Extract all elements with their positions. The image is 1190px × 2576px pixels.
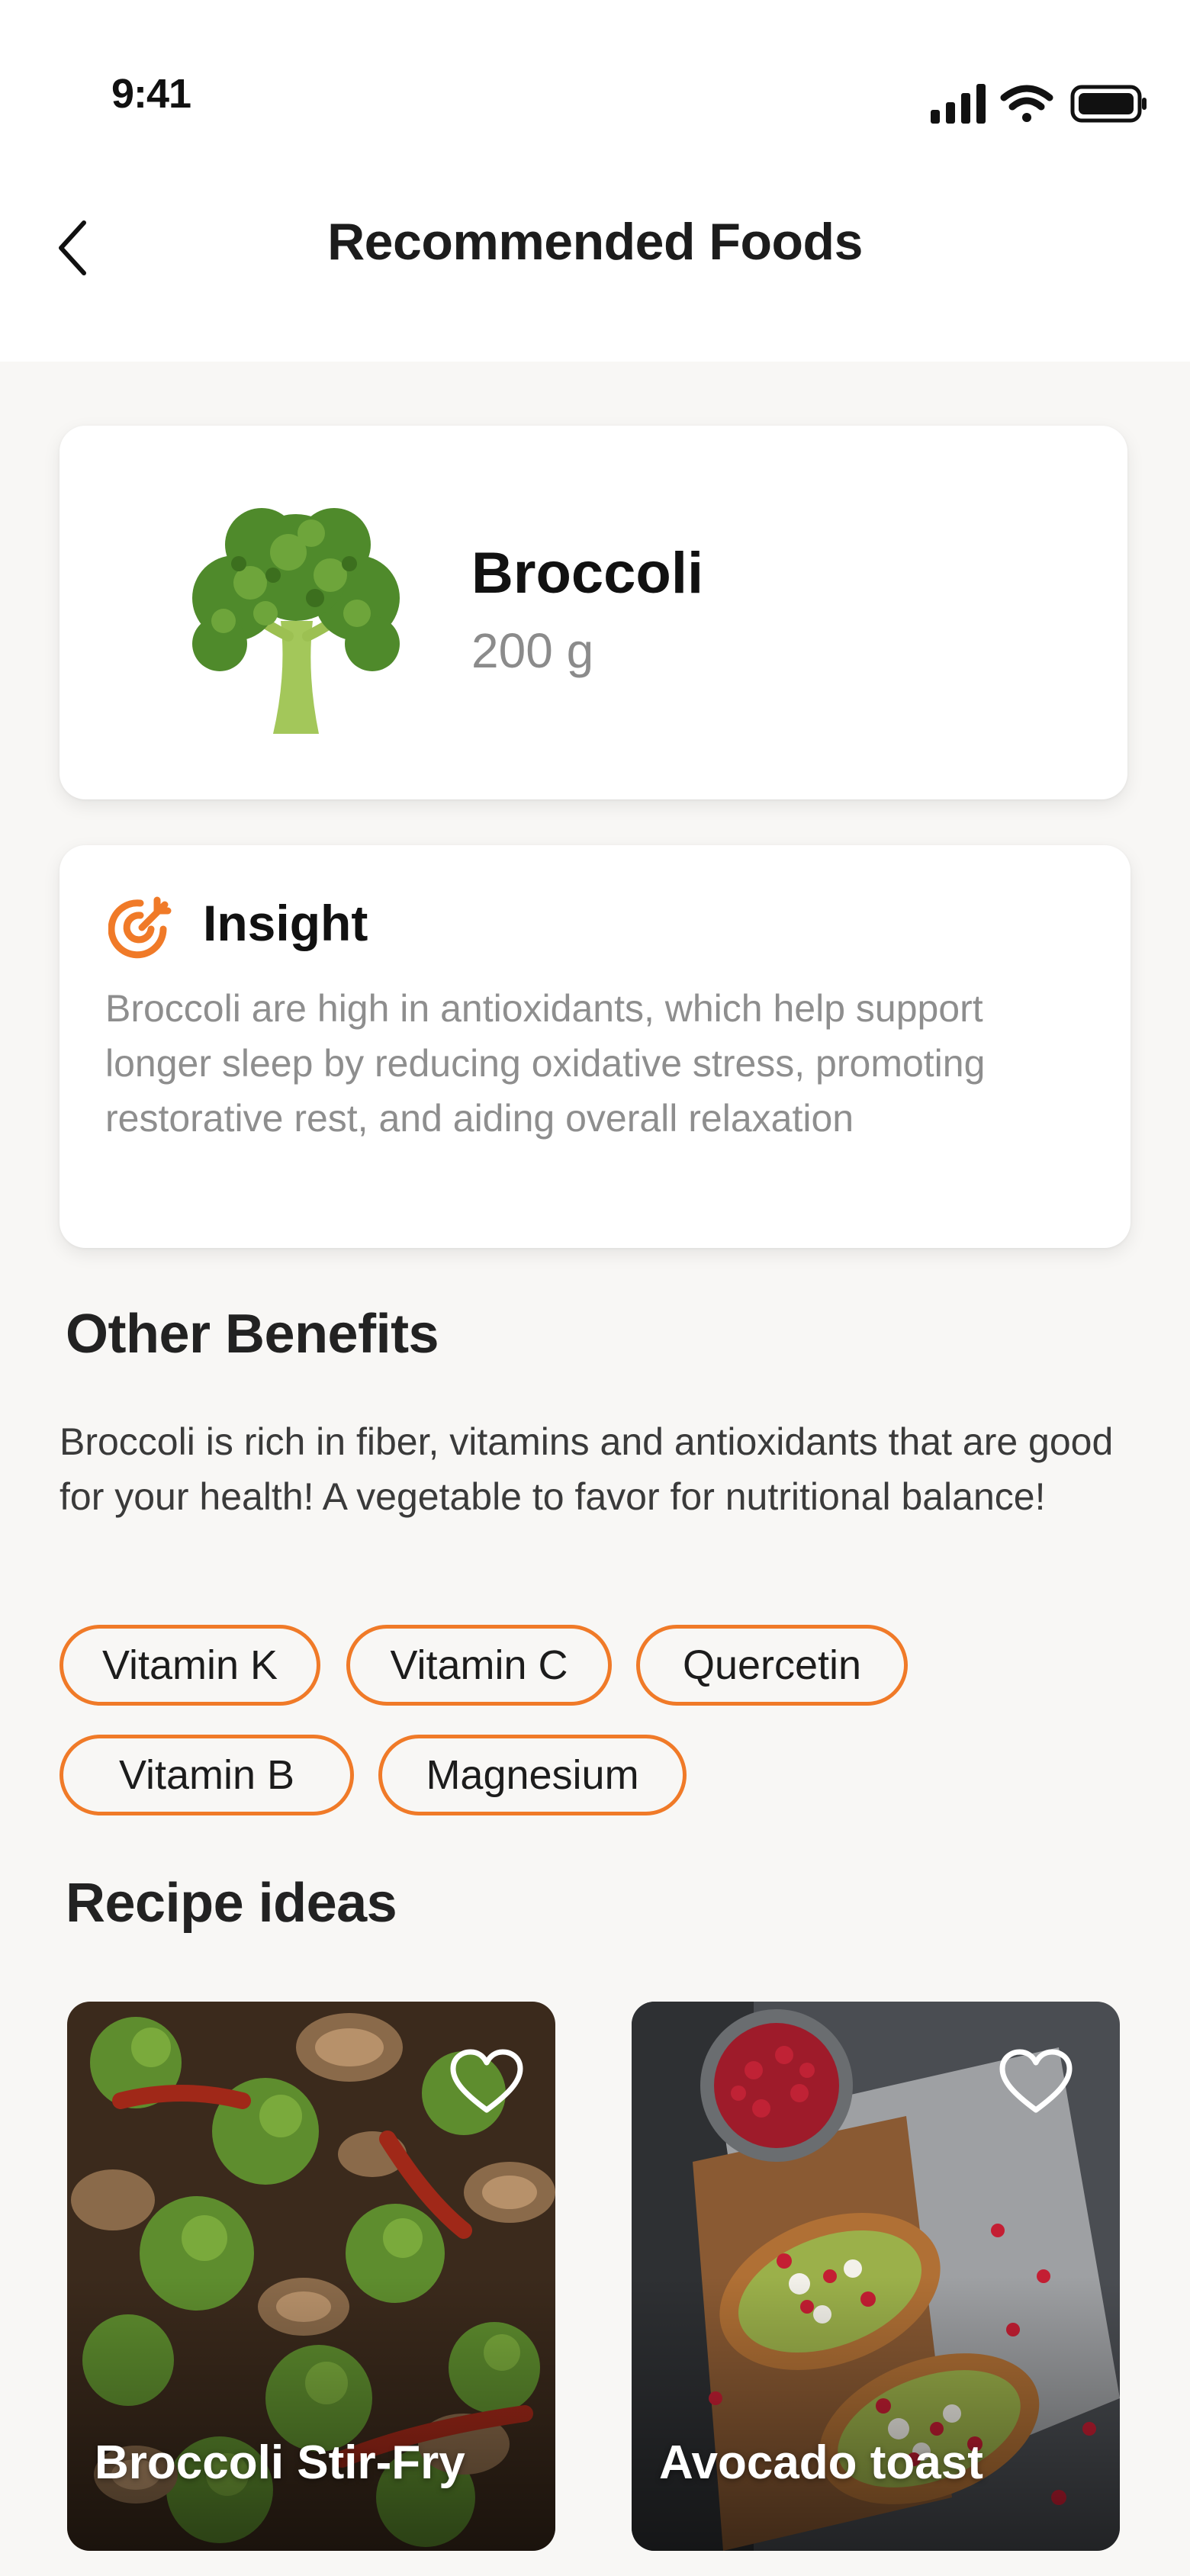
food-card[interactable]: Broccoli 200 g xyxy=(60,426,1127,799)
heart-icon xyxy=(999,2049,1073,2113)
food-amount: 200 g xyxy=(471,623,594,678)
insight-card: Insight Broccoli are high in antioxidant… xyxy=(60,845,1130,1248)
tag-chip[interactable]: Vitamin C xyxy=(346,1625,612,1706)
status-icons xyxy=(931,84,1147,124)
recipe-title: Broccoli Stir-Fry xyxy=(95,2436,465,2489)
status-time: 9:41 xyxy=(111,71,191,117)
food-name: Broccoli xyxy=(471,541,704,606)
insight-text: Broccoli are high in antioxidants, which… xyxy=(105,987,986,1140)
heart-icon xyxy=(450,2049,523,2113)
benefits-heading: Other Benefits xyxy=(66,1304,439,1365)
broccoli-image xyxy=(192,508,400,734)
favorite-button[interactable] xyxy=(449,2047,525,2116)
favorite-button[interactable] xyxy=(998,2047,1074,2116)
benefits-text: Broccoli is rich in fiber, vitamins and … xyxy=(60,1420,1114,1518)
tag-chip[interactable]: Vitamin B xyxy=(60,1735,354,1815)
page-title: Recommended Foods xyxy=(327,213,863,271)
battery-icon xyxy=(1070,85,1147,123)
recipe-card-broccoli-stir-fry[interactable]: Broccoli Stir-Fry xyxy=(67,2002,555,2551)
tag-chip[interactable]: Magnesium xyxy=(378,1735,687,1815)
recipe-title: Avocado toast xyxy=(659,2436,983,2489)
wifi-icon xyxy=(1000,85,1053,122)
signal-icon xyxy=(931,84,986,124)
tag-chip[interactable]: Vitamin K xyxy=(60,1625,320,1706)
tag-chip[interactable]: Quercetin xyxy=(636,1625,908,1706)
recipes-heading: Recipe ideas xyxy=(66,1873,397,1934)
recipe-card-avocado-toast[interactable]: Avocado toast xyxy=(632,2002,1120,2551)
top-bar xyxy=(0,0,1190,362)
target-icon xyxy=(108,896,172,959)
insight-title: Insight xyxy=(203,895,368,951)
